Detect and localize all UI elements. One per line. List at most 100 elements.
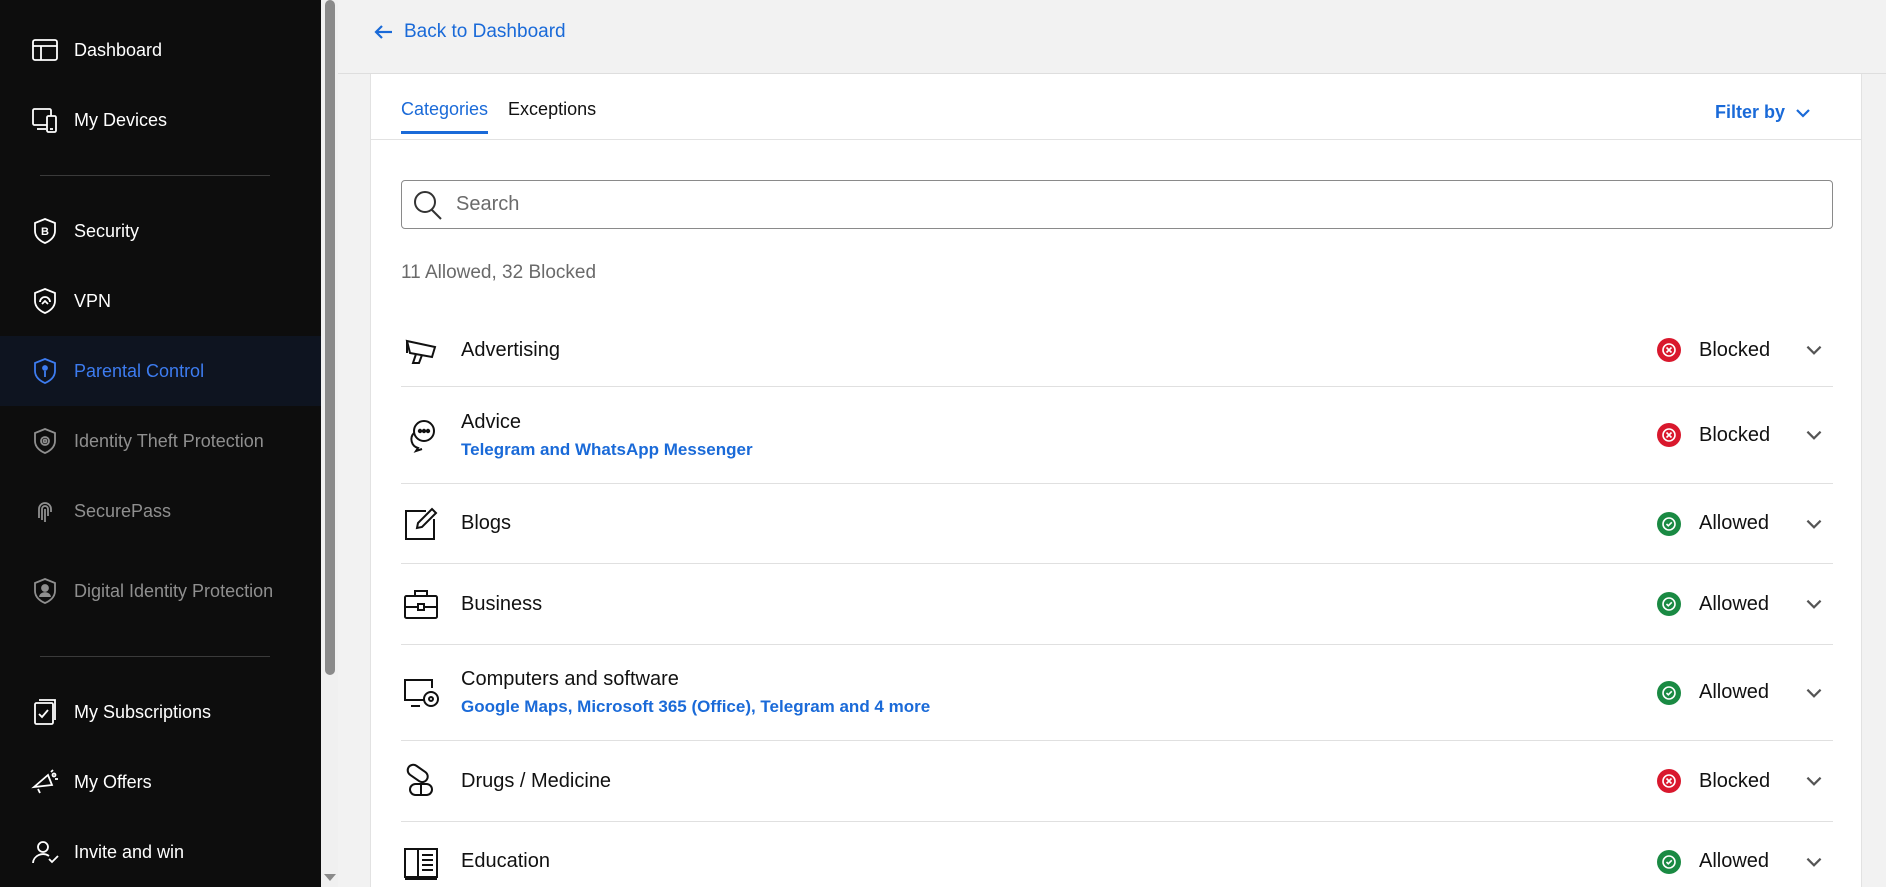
chevron-down-icon[interactable] xyxy=(1803,424,1825,446)
chevron-down-icon[interactable] xyxy=(1803,593,1825,615)
tab-bar: Categories Exceptions xyxy=(401,74,616,140)
status-blocked: Blocked xyxy=(1657,769,1789,793)
status-allowed: Allowed xyxy=(1657,511,1789,536)
chevron-down-icon[interactable] xyxy=(1803,770,1825,792)
status-allowed: Allowed xyxy=(1657,849,1789,874)
category-name: Education xyxy=(461,850,550,872)
sidebar-divider xyxy=(40,656,270,657)
allowed-blocked-summary: 11 Allowed, 32 Blocked xyxy=(401,262,597,283)
blocked-status-icon xyxy=(1657,423,1681,447)
status-label: Allowed xyxy=(1699,850,1770,872)
status-blocked: Blocked xyxy=(1657,423,1789,447)
parental-shield-icon xyxy=(30,356,60,386)
security-shield-icon: B xyxy=(30,216,60,246)
edit-note-icon xyxy=(401,504,441,544)
invite-icon xyxy=(30,837,60,867)
category-row-drugs-medicine[interactable]: Drugs / Medicine Blocked xyxy=(401,741,1833,822)
chevron-down-icon[interactable] xyxy=(1803,682,1825,704)
sidebar-item-my-offers[interactable]: My Offers xyxy=(0,747,321,817)
tab-exceptions[interactable]: Exceptions xyxy=(508,74,596,140)
category-row-advertising[interactable]: Advertising Blocked xyxy=(401,314,1833,387)
tab-categories[interactable]: Categories xyxy=(401,74,489,140)
category-apps-link[interactable]: Google Maps, Microsoft 365 (Office), Tel… xyxy=(461,697,1657,717)
book-icon xyxy=(401,842,441,882)
identity-shield-icon xyxy=(30,426,60,456)
sidebar-item-label: Dashboard xyxy=(74,39,163,60)
status-label: Allowed xyxy=(1699,681,1770,703)
fingerprint-icon xyxy=(30,496,60,526)
sidebar-item-label: SecurePass xyxy=(74,500,172,521)
blocked-status-icon xyxy=(1657,769,1681,793)
sidebar-item-label: VPN xyxy=(74,290,112,311)
vpn-shield-icon xyxy=(30,286,60,316)
status-label: Blocked xyxy=(1699,338,1771,361)
sidebar-item-security[interactable]: B Security xyxy=(0,196,321,266)
status-label: Blocked xyxy=(1699,769,1771,792)
digital-identity-icon xyxy=(30,576,60,606)
back-to-dashboard-link[interactable]: Back to Dashboard xyxy=(372,20,566,44)
subscriptions-icon xyxy=(30,697,60,727)
search-box[interactable] xyxy=(401,180,1833,229)
filter-by-button[interactable]: Filter by xyxy=(1715,102,1813,123)
sidebar-item-label: Security xyxy=(74,220,140,241)
computer-disc-icon xyxy=(401,673,441,713)
chevron-down-icon[interactable] xyxy=(1803,339,1825,361)
sidebar-item-label: Digital Identity Protection xyxy=(74,580,274,601)
chevron-down-icon[interactable] xyxy=(1803,851,1825,873)
sidebar-item-label: My Subscriptions xyxy=(74,701,212,722)
search-input[interactable] xyxy=(456,193,1806,216)
sidebar-item-parental-control[interactable]: Parental Control xyxy=(0,336,321,406)
status-label: Allowed xyxy=(1699,512,1770,534)
category-apps-link[interactable]: Telegram and WhatsApp Messenger xyxy=(461,440,1657,460)
sidebar-item-my-subscriptions[interactable]: My Subscriptions xyxy=(0,677,321,747)
category-name: Blogs xyxy=(461,512,512,534)
category-name: Computers and software xyxy=(461,668,679,690)
sidebar-item-securepass[interactable]: SecurePass xyxy=(0,476,321,546)
category-row-blogs[interactable]: Blogs Allowed xyxy=(401,484,1833,564)
allowed-status-icon xyxy=(1657,592,1681,616)
category-name: Drugs / Medicine xyxy=(461,769,612,792)
sidebar-item-label: My Offers xyxy=(74,771,152,792)
back-link-label: Back to Dashboard xyxy=(404,21,566,42)
category-list: Advertising Blocked Advice Telegram and … xyxy=(401,314,1833,887)
search-icon xyxy=(414,190,442,220)
status-allowed: Allowed xyxy=(1657,680,1789,705)
scroll-down-arrow-icon[interactable] xyxy=(324,874,336,881)
status-label: Allowed xyxy=(1699,592,1770,615)
dashboard-icon xyxy=(30,35,60,65)
chevron-down-icon[interactable] xyxy=(1803,513,1825,535)
chevron-down-icon xyxy=(1796,108,1810,118)
category-row-advice[interactable]: Advice Telegram and WhatsApp Messenger B… xyxy=(401,387,1833,484)
tabs-divider xyxy=(371,139,1861,140)
blocked-status-icon xyxy=(1657,338,1681,362)
category-row-business[interactable]: Business Allowed xyxy=(401,564,1833,645)
sidebar-item-label: My Devices xyxy=(74,109,168,130)
category-row-education[interactable]: Education Allowed xyxy=(401,822,1833,887)
arrow-left-icon xyxy=(374,25,392,39)
status-blocked: Blocked xyxy=(1657,338,1789,362)
sidebar-item-dashboard[interactable]: Dashboard xyxy=(0,15,321,85)
status-allowed: Allowed xyxy=(1657,592,1789,616)
category-name: Advice xyxy=(461,410,522,433)
sidebar-item-identity-theft-protection[interactable]: Identity Theft Protection xyxy=(0,406,321,476)
devices-icon xyxy=(30,105,60,135)
sidebar-item-label: Invite and win xyxy=(74,841,185,862)
sidebar-item-vpn[interactable]: VPN xyxy=(0,266,321,336)
category-name: Advertising xyxy=(461,338,560,361)
pills-icon xyxy=(401,761,441,801)
category-name: Business xyxy=(461,592,543,615)
sidebar-scrollbar-thumb[interactable] xyxy=(325,0,335,675)
sidebar-item-my-devices[interactable]: My Devices xyxy=(0,85,321,155)
megaphone-icon xyxy=(401,330,441,370)
allowed-status-icon xyxy=(1657,849,1681,874)
svg-text:B: B xyxy=(41,226,49,238)
sidebar-item-invite-and-win[interactable]: Invite and win xyxy=(0,817,321,887)
allowed-status-icon xyxy=(1657,511,1681,536)
allowed-status-icon xyxy=(1657,680,1681,705)
sidebar-divider xyxy=(40,175,270,176)
category-row-computers-and-software[interactable]: Computers and software Google Maps, Micr… xyxy=(401,645,1833,741)
briefcase-icon xyxy=(401,584,441,624)
sidebar-item-digital-identity-protection[interactable]: Digital Identity Protection xyxy=(0,556,321,626)
sidebar-item-label: Parental Control xyxy=(74,360,205,381)
sidebar-item-label: Identity Theft Protection xyxy=(74,430,264,451)
